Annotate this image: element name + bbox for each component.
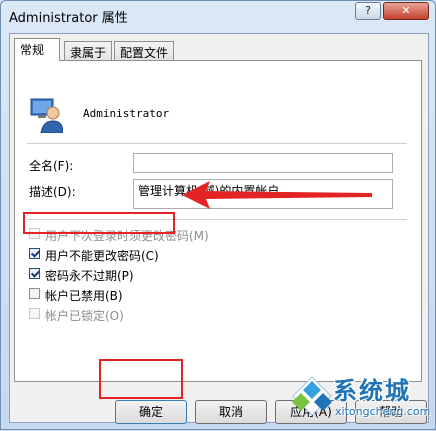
fullname-label: 全名(F):: [29, 159, 74, 173]
tab-member-of[interactable]: 隶属于: [64, 41, 112, 60]
checkbox-box[interactable]: [29, 268, 40, 279]
red-arrow-icon: [182, 181, 372, 209]
fullname-input[interactable]: [133, 153, 393, 173]
highlight-box-checkbox: [23, 212, 175, 234]
ok-button[interactable]: 确定: [115, 400, 187, 424]
highlight-box-ok: [99, 359, 183, 399]
help-title-button[interactable]: ?: [355, 2, 381, 20]
description-label: 描述(D):: [29, 185, 76, 199]
tab-general[interactable]: 常规: [14, 38, 60, 61]
window-title: Administrator 属性: [9, 11, 128, 26]
watermark-brand: 系统城: [333, 377, 411, 405]
watermark-logo-icon: [292, 376, 332, 416]
separator: [27, 143, 407, 144]
tab-profile[interactable]: 配置文件: [114, 41, 174, 60]
checkbox-label: 用户不能更改密码(C): [45, 249, 159, 263]
checkbox-box[interactable]: [29, 288, 40, 299]
close-button[interactable]: ✕: [383, 2, 429, 20]
title-bar[interactable]: Administrator 属性 ? ✕: [1, 1, 435, 29]
username-label: Administrator: [83, 107, 170, 120]
checkbox-label: 帐户已禁用(B): [45, 289, 123, 303]
checkbox-box[interactable]: [29, 248, 40, 259]
checkbox-label: 密码永不过期(P): [45, 269, 134, 283]
properties-dialog: Administrator 属性 ? ✕ 常规 隶属于 配置文件 Adminis…: [0, 0, 436, 430]
watermark-url: xitongcheng.com: [335, 405, 431, 418]
user-account-icon: [30, 98, 63, 133]
watermark: 系统城 xitongcheng.com: [289, 371, 435, 431]
checkbox-box[interactable]: [29, 308, 40, 319]
checkbox-label: 帐户已锁定(O): [45, 309, 124, 323]
cancel-button[interactable]: 取消: [195, 400, 267, 424]
